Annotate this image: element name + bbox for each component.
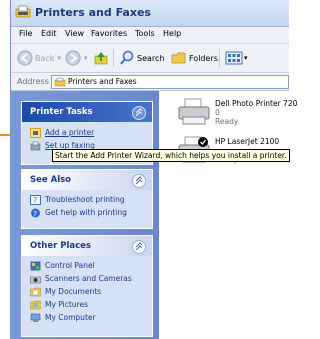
address-bar: Address Printers and Faxes	[11, 73, 289, 91]
fax-icon	[30, 141, 41, 150]
printer-icon	[178, 98, 210, 125]
control-panel-link[interactable]: Control Panel	[22, 259, 152, 272]
troubleshoot-printing-label: Troubleshoot printing	[45, 195, 125, 204]
menu-help[interactable]: Help	[163, 29, 181, 38]
control-panel-label: Control Panel	[45, 261, 95, 270]
scanner-camera-icon	[30, 276, 41, 283]
printer-document-count: 0	[215, 108, 220, 117]
control-panel-icon	[30, 261, 41, 270]
printer-name: HP LaserJet 2100	[215, 137, 280, 146]
add-printer-label: Add a printer	[45, 128, 95, 137]
my-computer-label: My Computer	[45, 313, 96, 322]
printers-folder-icon	[54, 77, 66, 87]
svg-text:?: ?	[33, 210, 37, 218]
printer-status: Ready	[215, 117, 239, 126]
svg-text:?: ?	[33, 196, 37, 205]
up-folder-icon	[94, 52, 108, 65]
views-button[interactable]: ▾	[225, 48, 248, 68]
forward-dropdown-icon[interactable]: ▾	[84, 54, 88, 62]
address-label: Address	[17, 77, 49, 86]
forward-button[interactable]: ▾	[65, 48, 88, 68]
my-pictures-link[interactable]: My Pictures	[22, 298, 152, 311]
search-icon	[120, 50, 134, 65]
help-circle-icon: ?	[31, 208, 40, 218]
views-dropdown-icon[interactable]: ▾	[244, 54, 248, 62]
up-button[interactable]	[93, 48, 109, 68]
menu-file[interactable]: File	[19, 29, 32, 38]
printer-tasks-header[interactable]: Printer Tasks	[22, 102, 152, 122]
other-places-title: Other Places	[30, 241, 91, 251]
printer-tasks-title: Printer Tasks	[30, 107, 93, 117]
collapse-chevron-icon[interactable]	[132, 106, 146, 120]
search-label: Search	[137, 53, 165, 63]
troubleshoot-printing-link[interactable]: ? Troubleshoot printing	[22, 193, 152, 206]
add-printer-tooltip: Start the Add Printer Wizard, which help…	[52, 149, 290, 162]
my-documents-icon	[30, 287, 41, 296]
see-also-header[interactable]: See Also	[22, 170, 152, 190]
title-bar: Printers and Faxes	[11, 0, 289, 27]
my-computer-link[interactable]: My Computer	[22, 311, 152, 324]
help-book-icon: ?	[30, 194, 41, 205]
window-title: Printers and Faxes	[35, 6, 151, 19]
my-documents-link[interactable]: My Documents	[22, 285, 152, 298]
see-also-panel: See Also ? Troubleshoot printing ? Get h…	[21, 169, 153, 229]
get-help-printing-label: Get help with printing	[45, 208, 127, 217]
back-arrow-icon	[17, 50, 33, 66]
printer-item-dell[interactable]: Dell Photo Printer 720 0 Ready	[177, 97, 297, 133]
menu-edit[interactable]: Edit	[41, 29, 57, 38]
my-pictures-label: My Pictures	[45, 300, 88, 309]
folders-button[interactable]: Folders	[171, 48, 218, 68]
toolbar-separator	[219, 49, 220, 67]
printer-folder-icon	[15, 5, 31, 18]
menu-bar: File Edit View Favorites Tools Help	[11, 27, 289, 44]
scanners-cameras-link[interactable]: Scanners and Cameras	[22, 272, 152, 285]
add-printer-icon	[30, 127, 41, 138]
my-pictures-icon	[30, 300, 41, 309]
add-printer-link[interactable]: Add a printer	[22, 126, 152, 139]
views-grid-icon	[225, 51, 243, 65]
printer-name: Dell Photo Printer 720	[215, 99, 298, 108]
my-documents-label: My Documents	[45, 287, 102, 296]
back-label: Back	[35, 53, 55, 63]
toolbar-separator	[113, 49, 114, 67]
address-value: Printers and Faxes	[68, 77, 137, 86]
scanners-cameras-label: Scanners and Cameras	[45, 274, 132, 283]
menu-favorites[interactable]: Favorites	[91, 29, 127, 38]
printer-list: Dell Photo Printer 720 0 Ready HP LaserJ…	[159, 91, 297, 339]
collapse-chevron-icon[interactable]	[132, 240, 146, 254]
other-places-panel: Other Places Control Panel Scanners and …	[21, 235, 153, 337]
back-button[interactable]: Back ▾	[17, 48, 61, 68]
menu-tools[interactable]: Tools	[135, 29, 155, 38]
toolbar: Back ▾ ▾ Search Folders ▾	[11, 44, 289, 73]
search-button[interactable]: Search	[119, 48, 164, 68]
menu-view[interactable]: View	[65, 29, 84, 38]
folders-label: Folders	[189, 53, 218, 63]
my-computer-icon	[30, 313, 41, 322]
forward-arrow-icon	[65, 50, 81, 66]
folders-icon	[171, 52, 186, 64]
address-field[interactable]: Printers and Faxes	[51, 75, 289, 89]
other-places-header[interactable]: Other Places	[22, 236, 152, 256]
get-help-printing-link[interactable]: ? Get help with printing	[22, 206, 152, 219]
task-pane: Printer Tasks Add a printer Set up faxin…	[11, 91, 159, 339]
collapse-chevron-icon[interactable]	[132, 174, 146, 188]
see-also-title: See Also	[30, 175, 72, 185]
explorer-window: Printers and Faxes File Edit View Favori…	[10, 0, 297, 339]
back-dropdown-icon[interactable]: ▾	[57, 54, 61, 62]
